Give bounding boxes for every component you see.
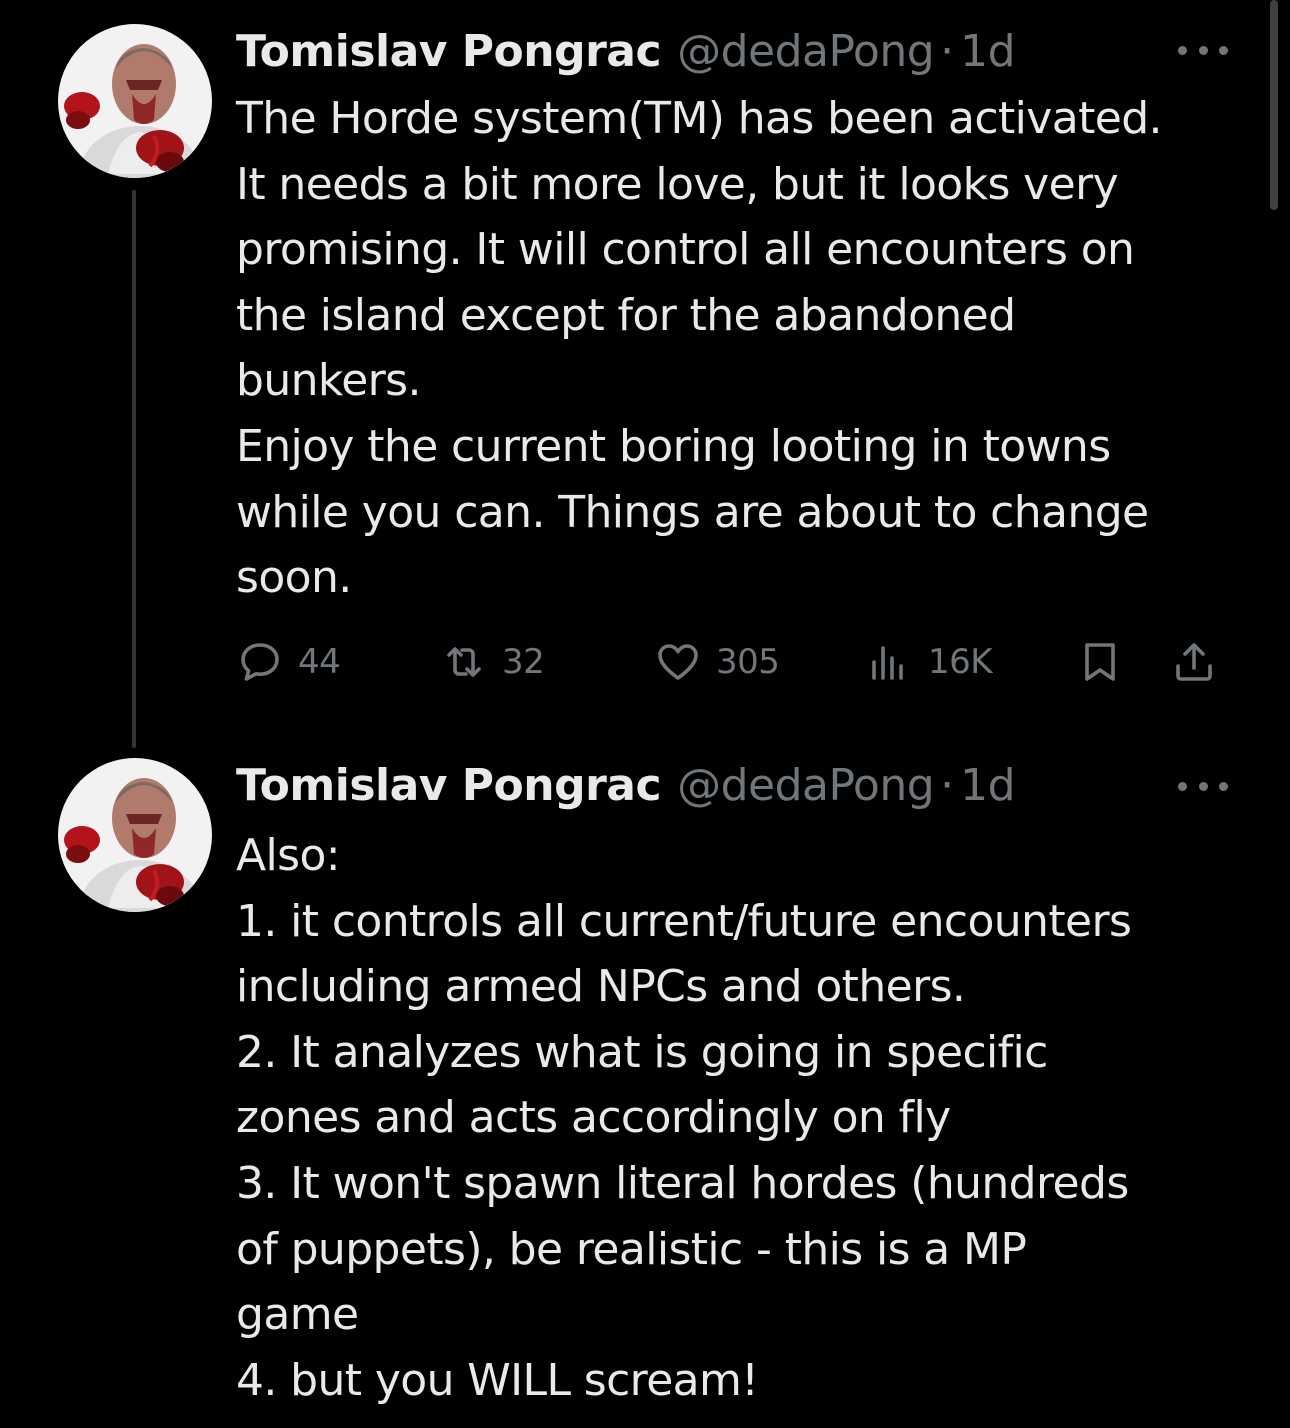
tweet-text-line: of puppets), be realistic - this is a MP bbox=[236, 1223, 1027, 1275]
more-horizontal-icon[interactable] bbox=[1178, 40, 1228, 60]
tweet-header: Tomislav Pongrac @dedaPong · 1d bbox=[236, 758, 1016, 814]
like-button[interactable]: 305 bbox=[654, 632, 780, 692]
tweet-text-line: Enjoy the current boring looting in town… bbox=[236, 420, 1111, 472]
tweet-text-line: including armed NPCs and others. bbox=[236, 961, 966, 1013]
tweet-text-line: 1. it controls all current/future encoun… bbox=[236, 895, 1132, 947]
tweet-text-line: promising. It will control all encounter… bbox=[236, 224, 1135, 276]
tweet-text-line: soon. bbox=[236, 552, 352, 604]
tweet-text: The Horde system(TM) has been activated.… bbox=[236, 86, 1246, 611]
tweet-text: Also: 1. it controls all current/future … bbox=[236, 823, 1246, 1413]
avatar[interactable] bbox=[58, 24, 212, 178]
tweet-header: Tomislav Pongrac @dedaPong · 1d bbox=[236, 24, 1016, 80]
views-bar-chart-icon bbox=[872, 646, 903, 680]
author-name[interactable]: Tomislav Pongrac bbox=[236, 24, 662, 80]
reply-button[interactable]: 44 bbox=[236, 632, 341, 692]
views-count: 16K bbox=[928, 642, 993, 682]
thread-connector-line bbox=[132, 190, 136, 748]
tweet-text-line: while you can. Things are about to chang… bbox=[236, 486, 1149, 538]
tweet-text-line: zones and acts accordingly on fly bbox=[236, 1092, 951, 1144]
retweet-icon bbox=[447, 647, 481, 677]
reply-count: 44 bbox=[298, 642, 341, 682]
reply-bubble-icon bbox=[241, 643, 279, 681]
retweet-button[interactable]: 32 bbox=[440, 632, 545, 692]
tweet-actions-bar: 44 32 305 16K bbox=[236, 632, 1226, 692]
author-name[interactable]: Tomislav Pongrac bbox=[236, 758, 662, 814]
bookmark-icon bbox=[1085, 643, 1115, 681]
tweet-text-line: the island except for the abandoned bbox=[236, 289, 1016, 341]
retweet-count: 32 bbox=[502, 642, 545, 682]
views-button[interactable]: 16K bbox=[866, 632, 993, 692]
tweet-text-line: bunkers. bbox=[236, 355, 421, 407]
bookmark-button[interactable] bbox=[1076, 632, 1124, 692]
timestamp[interactable]: 1d bbox=[960, 24, 1015, 80]
separator-dot: · bbox=[940, 760, 955, 811]
tweet-text-line: 4. but you WILL scream! bbox=[236, 1354, 759, 1406]
more-horizontal-icon[interactable] bbox=[1178, 776, 1228, 796]
tweet[interactable]: Tomislav Pongrac @dedaPong · 1d The Hord… bbox=[0, 0, 1290, 748]
heart-icon bbox=[658, 644, 698, 680]
separator-dot: · bbox=[940, 26, 955, 77]
tweet-text-line: 3. It won't spawn literal hordes (hundre… bbox=[236, 1157, 1129, 1209]
share-button[interactable] bbox=[1170, 632, 1218, 692]
avatar-image bbox=[58, 758, 212, 912]
tweet-text-line: game bbox=[236, 1289, 359, 1341]
like-count: 305 bbox=[716, 642, 780, 682]
timestamp[interactable]: 1d bbox=[960, 758, 1015, 814]
tweet-text-line: The Horde system(TM) has been activated. bbox=[236, 93, 1163, 144]
author-handle[interactable]: @dedaPong bbox=[677, 758, 935, 814]
avatar-image bbox=[58, 24, 212, 178]
author-handle[interactable]: @dedaPong bbox=[677, 24, 935, 80]
tweet-text-line: 2. It analyzes what is going in specific bbox=[236, 1026, 1048, 1078]
share-upload-icon bbox=[1176, 643, 1212, 681]
tweet-text-line: It needs a bit more love, but it looks v… bbox=[236, 158, 1119, 210]
avatar[interactable] bbox=[58, 758, 212, 912]
scrollbar-thumb[interactable] bbox=[1270, 0, 1278, 210]
tweet-text-line: Also: bbox=[236, 830, 341, 881]
